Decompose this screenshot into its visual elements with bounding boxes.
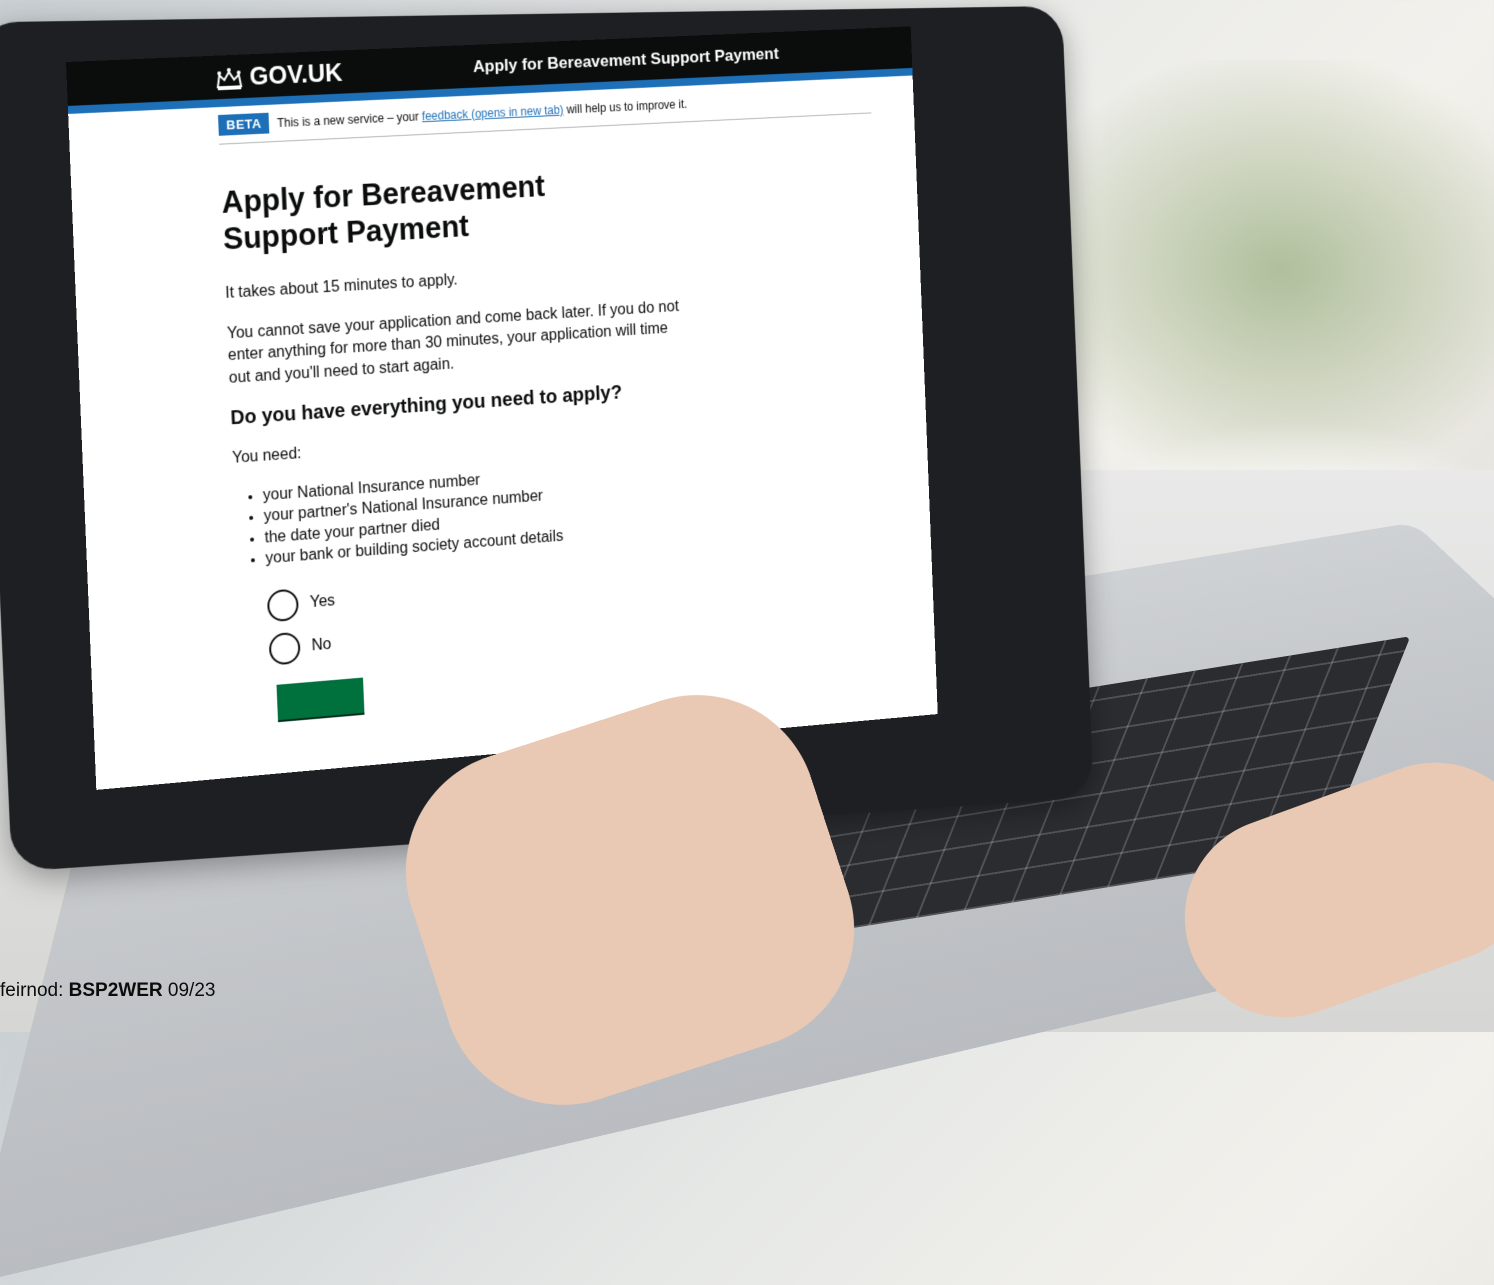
intro-text: It takes about 15 minutes to apply.	[225, 272, 459, 303]
radio-yes-circle[interactable]	[266, 588, 299, 623]
phase-text-before: This is a new service – your	[276, 109, 420, 130]
page-title: Apply for Bereavement Support Payment	[220, 168, 546, 257]
main-content: BETA This is a new service – your feedba…	[218, 84, 893, 723]
timeout-notice: You cannot save your application and com…	[226, 298, 680, 387]
feedback-link[interactable]: feedback (opens in new tab)	[422, 103, 564, 123]
radio-no-label: No	[311, 635, 332, 655]
logo-text: GOV.UK	[248, 59, 343, 91]
continue-button[interactable]	[276, 677, 365, 721]
background-foliage	[1020, 60, 1494, 480]
catalogue-code: feirnod: BSP2WER 09/23	[0, 980, 215, 1002]
radio-yes-label: Yes	[309, 592, 336, 611]
phase-text-after: will help us to improve it.	[566, 96, 688, 116]
catalogue-label: feirnod:	[0, 980, 64, 1001]
beta-tag: BETA	[218, 112, 270, 136]
catalogue-code-value: BSP2WER	[68, 980, 163, 1001]
govuk-logo[interactable]: GOV.UK	[214, 59, 343, 93]
crown-icon	[214, 66, 244, 91]
radio-no-circle[interactable]	[268, 631, 301, 666]
laptop-screen: GOV.UK Apply for Bereavement Support Pay…	[66, 26, 938, 790]
catalogue-date: 09/23	[167, 980, 216, 1001]
service-name-link[interactable]: Apply for Bereavement Support Payment	[473, 44, 779, 77]
phase-text: This is a new service – your feedback (o…	[277, 97, 688, 130]
